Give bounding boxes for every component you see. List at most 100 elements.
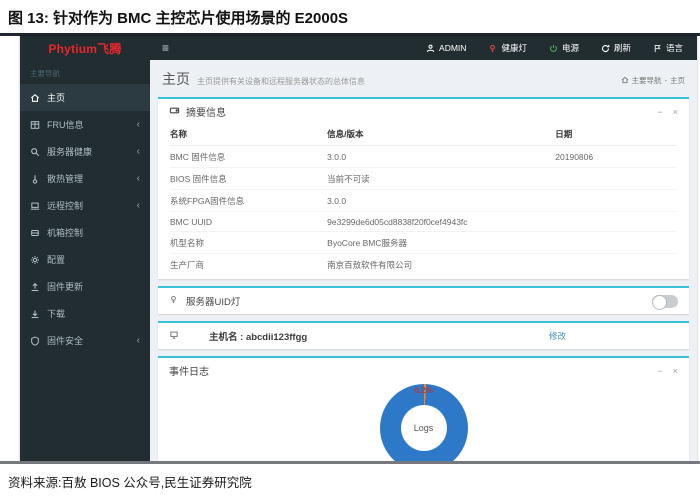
column-header: 信息/版本	[327, 124, 556, 146]
column-header: 名称	[170, 124, 328, 146]
navbar-item-label: 电源	[561, 43, 579, 53]
main-content: 主页 主页提供有关设备和远程服务器状态的总体信息 主要导航 - 主页 摘要信息	[150, 60, 697, 461]
cell-date	[555, 189, 677, 212]
summary-table: 名称 信息/版本 日期 BMC 固件信息 3.0.0 20190806 BIOS…	[170, 124, 677, 275]
uid-light-panel: 服务器UID灯	[158, 286, 689, 314]
hostname-panel: 主机名 : abcdii123ffgg 修改	[158, 321, 689, 349]
sidebar-item-download[interactable]: 下载	[20, 300, 150, 327]
navbar-item-health-light[interactable]: 健康灯	[488, 42, 527, 54]
cell-date	[555, 254, 677, 276]
shield-icon	[30, 336, 40, 346]
table-row: BMC UUID 9e3299de6d05cd8838f20f0cef4943f…	[170, 211, 677, 232]
page-header: 主页 主页提供有关设备和远程服务器状态的总体信息 主要导航 - 主页	[158, 67, 689, 97]
bulb-icon	[488, 44, 497, 53]
navbar-item-label: 健康灯	[501, 43, 527, 53]
chevron-left-icon: ‹	[136, 335, 140, 346]
cell-name: 机型名称	[170, 231, 328, 254]
chevron-left-icon: ‹	[136, 200, 140, 211]
page-subtitle: 主页提供有关设备和远程服务器状态的总体信息	[197, 77, 365, 86]
close-icon[interactable]: ×	[673, 107, 678, 117]
navbar-item-label: 刷新	[613, 43, 631, 53]
hostname-edit-link[interactable]: 修改	[549, 330, 566, 342]
sidebar-item-label: 散热管理	[47, 174, 84, 184]
uid-light-toggle[interactable]	[652, 294, 678, 310]
close-icon[interactable]: ×	[673, 366, 678, 376]
cell-value: 3.0.0	[327, 189, 556, 212]
breadcrumb-current: 主页	[670, 75, 685, 85]
chassis-icon	[30, 228, 40, 238]
cell-date	[555, 211, 677, 232]
brand-logo[interactable]: Phytium飞腾	[20, 40, 150, 57]
cell-date	[555, 231, 677, 254]
chevron-left-icon: ‹	[136, 173, 140, 184]
sidebar-item-label: 配置	[47, 255, 66, 265]
used-percent-label: 0.2%	[413, 385, 434, 395]
cell-name: BMC 固件信息	[170, 145, 328, 168]
panel-tools: − ×	[657, 107, 678, 117]
cell-date	[555, 167, 677, 190]
breadcrumb-root[interactable]: 主要导航	[632, 75, 662, 86]
cell-date: 20190806	[555, 145, 677, 168]
minimize-icon[interactable]: −	[657, 107, 662, 117]
event-log-header: 事件日志 − ×	[158, 358, 689, 383]
bmc-ui-screenshot: Phytium飞腾 ≡ ADMIN 健康灯 电源 刷新 语言 主要导航 主页 F…	[20, 36, 697, 461]
sidebar-item-firmware-update[interactable]: 固件更新	[20, 273, 150, 300]
sidebar-item-server-health[interactable]: 服务器健康 ‹	[20, 138, 150, 165]
navbar-item-label: 语言	[665, 43, 683, 53]
summary-panel: 摘要信息 − × 名称 信息/版本 日期 BMC 固件信息 3.0.0 2019…	[158, 97, 689, 279]
cell-value: ByoCore BMC服务器	[327, 231, 556, 254]
menu-icon[interactable]: ≡	[150, 41, 181, 55]
sidebar-item-firmware-security[interactable]: 固件安全 ‹	[20, 327, 150, 354]
cell-name: BIOS 固件信息	[170, 167, 328, 190]
navbar-item-label: ADMIN	[439, 43, 467, 53]
refresh-icon	[601, 44, 610, 53]
search-icon	[30, 147, 40, 157]
sidebar-item-label: 下载	[47, 309, 66, 319]
sidebar-item-label: 服务器健康	[47, 147, 93, 157]
sidebar-item-chassis-control[interactable]: 机箱控制	[20, 219, 150, 246]
sidebar-item-remote-control[interactable]: 远程控制 ‹	[20, 192, 150, 219]
user-icon	[426, 44, 435, 53]
home-icon	[30, 93, 40, 103]
sidebar-item-configuration[interactable]: 配置	[20, 246, 150, 273]
top-navbar: Phytium飞腾 ≡ ADMIN 健康灯 电源 刷新 语言	[20, 36, 697, 60]
storage-icon	[169, 105, 180, 119]
event-log-title: 事件日志	[169, 367, 209, 378]
gear-icon	[30, 255, 40, 265]
sidebar-item-home[interactable]: 主页	[20, 84, 150, 111]
cell-value: 当前不可读	[327, 167, 556, 190]
navbar-item-refresh[interactable]: 刷新	[601, 42, 631, 54]
navbar-item-language[interactable]: 语言	[653, 42, 683, 54]
cell-value: 南京百敖软件有限公司	[327, 259, 413, 270]
figure-source: 资料来源:百敖 BIOS 公众号,民生证券研究院	[8, 476, 252, 490]
sidebar-item-fru-info[interactable]: FRU信息 ‹	[20, 111, 150, 138]
page-title: 主页	[162, 71, 190, 87]
monitor-icon	[169, 330, 179, 343]
cell-value: 3.0.0	[327, 145, 556, 168]
navbar-item-admin[interactable]: ADMIN	[426, 43, 466, 53]
table-row: BIOS 固件信息 当前不可读	[170, 167, 677, 190]
summary-panel-header: 摘要信息 − ×	[158, 99, 689, 124]
cell-value: 9e3299de6d05cd8838f20f0cef4943fc	[327, 211, 556, 232]
laptop-icon	[30, 201, 40, 211]
navbar-item-power[interactable]: 电源	[549, 42, 579, 54]
event-log-donut-chart: Logs 0.2% 99.8%	[379, 384, 468, 461]
sidebar-item-thermal-management[interactable]: 散热管理 ‹	[20, 165, 150, 192]
sidebar-item-label: 固件安全	[47, 336, 84, 346]
home-icon	[621, 76, 629, 84]
breadcrumb: 主要导航 - 主页	[621, 75, 685, 86]
sidebar-item-label: 固件更新	[47, 282, 84, 292]
upload-icon	[30, 282, 40, 292]
summary-panel-title: 摘要信息	[186, 108, 226, 119]
power-icon	[549, 44, 558, 53]
table-row: 生产厂商 南京百敖软件有限公司	[170, 254, 677, 276]
thermometer-icon	[30, 174, 40, 184]
panel-tools: − ×	[657, 366, 678, 376]
download-icon	[30, 309, 40, 319]
language-icon	[653, 44, 662, 53]
chevron-left-icon: ‹	[136, 119, 140, 130]
column-header: 日期	[555, 124, 677, 146]
cell-name: 系统FPGA固件信息	[170, 189, 328, 212]
minimize-icon[interactable]: −	[657, 366, 662, 376]
sidebar-item-label: 远程控制	[47, 201, 84, 211]
